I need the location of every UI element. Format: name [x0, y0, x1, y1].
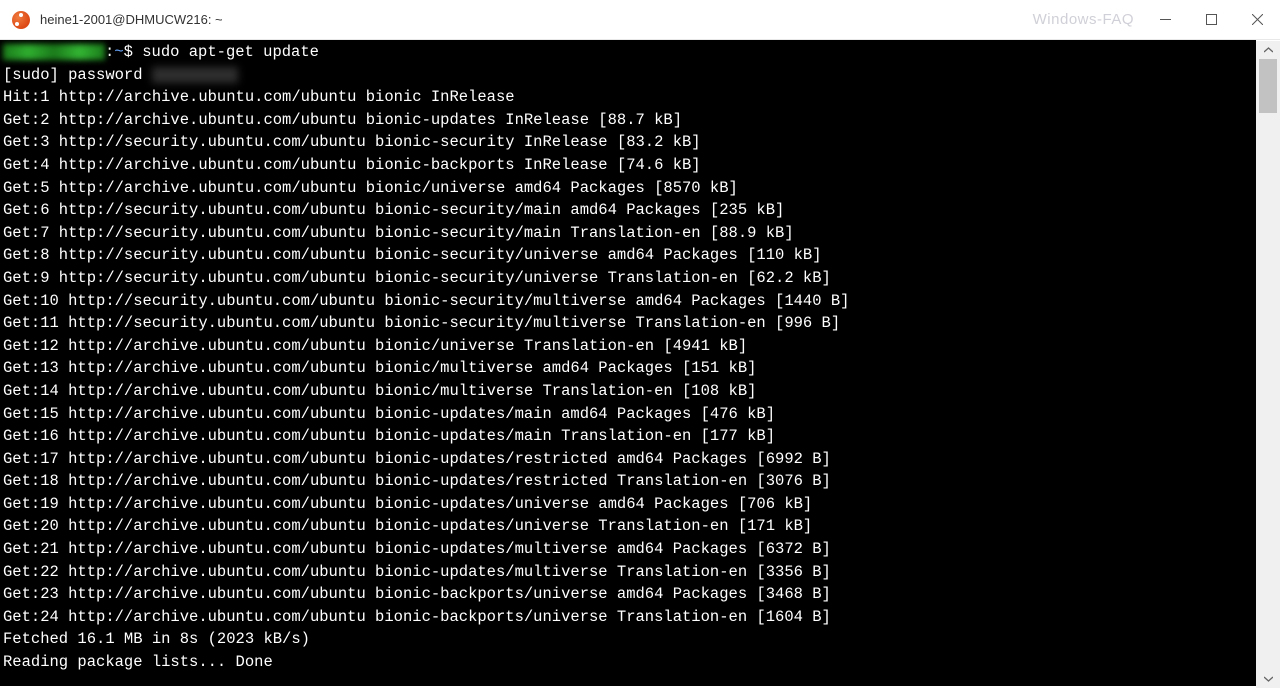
titlebar-left: heine1-2001@DHMUCW216: ~ [0, 11, 1033, 29]
prompt-symbol: $ [124, 43, 143, 61]
output-line: Get:12 http://archive.ubuntu.com/ubuntu … [3, 335, 1253, 358]
window-controls [1142, 0, 1280, 40]
output-line: Get:19 http://archive.ubuntu.com/ubuntu … [3, 493, 1253, 516]
watermark-text: Windows-FAQ [1033, 11, 1134, 28]
output-line: Get:18 http://archive.ubuntu.com/ubuntu … [3, 470, 1253, 493]
output-line: Get:10 http://security.ubuntu.com/ubuntu… [3, 290, 1253, 313]
maximize-button[interactable] [1188, 0, 1234, 40]
output-line: Get:23 http://archive.ubuntu.com/ubuntu … [3, 583, 1253, 606]
scrollbar-track[interactable] [1256, 59, 1280, 670]
output-line: Get:11 http://security.ubuntu.com/ubuntu… [3, 312, 1253, 335]
output-line: Get:7 http://security.ubuntu.com/ubuntu … [3, 222, 1253, 245]
prompt-cwd: ~ [114, 43, 123, 61]
minimize-button[interactable] [1142, 0, 1188, 40]
output-line: Get:8 http://security.ubuntu.com/ubuntu … [3, 244, 1253, 267]
prompt-command: sudo apt-get update [142, 43, 319, 61]
scroll-down-button[interactable] [1256, 670, 1280, 688]
output-line: Get:6 http://security.ubuntu.com/ubuntu … [3, 199, 1253, 222]
output-line: Get:5 http://archive.ubuntu.com/ubuntu b… [3, 177, 1253, 200]
prompt-colon: : [105, 43, 114, 61]
output-line: Get:4 http://archive.ubuntu.com/ubuntu b… [3, 154, 1253, 177]
scroll-up-button[interactable] [1256, 41, 1280, 59]
output-line: Get:24 http://archive.ubuntu.com/ubuntu … [3, 606, 1253, 629]
output-line: Get:20 http://archive.ubuntu.com/ubuntu … [3, 515, 1253, 538]
output-line: Get:22 http://archive.ubuntu.com/ubuntu … [3, 561, 1253, 584]
output-line: Get:21 http://archive.ubuntu.com/ubuntu … [3, 538, 1253, 561]
window-titlebar: heine1-2001@DHMUCW216: ~ Windows-FAQ [0, 0, 1280, 40]
sudo-password-line: [sudo] password [3, 64, 1253, 87]
close-button[interactable] [1234, 0, 1280, 40]
output-line: Hit:1 http://archive.ubuntu.com/ubuntu b… [3, 86, 1253, 109]
prompt-line: :~$ sudo apt-get update [3, 41, 1253, 64]
sudo-password-blurred [152, 67, 238, 83]
output-line: Fetched 16.1 MB in 8s (2023 kB/s) [3, 628, 1253, 651]
output-line: Get:17 http://archive.ubuntu.com/ubuntu … [3, 448, 1253, 471]
sudo-password-prefix: [sudo] password [3, 66, 152, 84]
scrollbar-thumb[interactable] [1259, 59, 1277, 113]
window-title: heine1-2001@DHMUCW216: ~ [40, 12, 223, 27]
output-line: Get:14 http://archive.ubuntu.com/ubuntu … [3, 380, 1253, 403]
terminal-output[interactable]: :~$ sudo apt-get update [sudo] password H… [0, 40, 1256, 686]
ubuntu-icon [12, 11, 30, 29]
output-line: Get:16 http://archive.ubuntu.com/ubuntu … [3, 425, 1253, 448]
output-line: Reading package lists... Done [3, 651, 1253, 674]
output-line: Get:2 http://archive.ubuntu.com/ubuntu b… [3, 109, 1253, 132]
prompt-user-host-blurred [3, 44, 105, 60]
output-line: Get:3 http://security.ubuntu.com/ubuntu … [3, 131, 1253, 154]
output-line: Get:9 http://security.ubuntu.com/ubuntu … [3, 267, 1253, 290]
vertical-scrollbar[interactable] [1256, 41, 1280, 688]
output-line: Get:15 http://archive.ubuntu.com/ubuntu … [3, 403, 1253, 426]
output-line: Get:13 http://archive.ubuntu.com/ubuntu … [3, 357, 1253, 380]
